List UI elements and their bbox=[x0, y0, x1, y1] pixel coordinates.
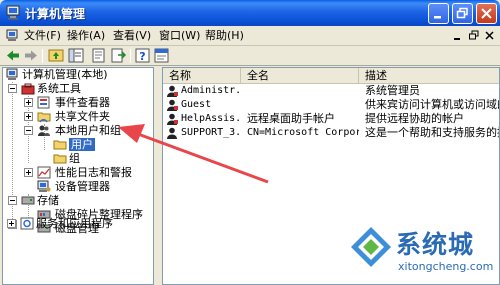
mdi-restore-icon[interactable] bbox=[468, 30, 480, 41]
tree-item-device-manager[interactable]: 设备管理器 bbox=[3, 180, 153, 193]
window-title: 计算机管理 bbox=[25, 7, 86, 21]
tree-label-local-users-groups: 本地用户和组 bbox=[55, 124, 121, 137]
tree-label-users: 用户 bbox=[69, 138, 95, 151]
toolbar-separator bbox=[42, 49, 43, 63]
mdi-minimize-icon[interactable] bbox=[452, 30, 464, 41]
back-icon[interactable] bbox=[4, 47, 22, 64]
watermark: 系统城 xitongcheng.com bbox=[346, 222, 498, 282]
tree-label-event-viewer: 事件查看器 bbox=[55, 96, 110, 109]
title-bar: 计算机管理 bbox=[0, 0, 500, 26]
user-description: 提供远程协助的帐户 bbox=[365, 112, 464, 125]
folder-icon bbox=[53, 140, 67, 150]
user-description: 系统管理员 bbox=[365, 84, 420, 97]
maximize-button[interactable] bbox=[452, 3, 473, 24]
list-item[interactable]: Administr... 系统管理员 bbox=[163, 84, 499, 98]
tree-item-local-users-groups[interactable]: 本地用户和组 bbox=[3, 124, 153, 137]
user-icon bbox=[167, 127, 177, 139]
computer-management-icon bbox=[6, 68, 18, 80]
shared-folder-icon bbox=[37, 112, 51, 123]
menu-window[interactable]: 窗口(W) bbox=[159, 28, 200, 44]
menu-view[interactable]: 查看(V) bbox=[113, 28, 151, 44]
toolbox-icon bbox=[21, 83, 35, 95]
menu-action[interactable]: 操作(A) bbox=[67, 28, 105, 44]
help-topics-icon[interactable] bbox=[153, 47, 171, 64]
tree-item-shared-folders[interactable]: 共享文件夹 bbox=[3, 110, 153, 123]
tree-label-root: 计算机管理(本地) bbox=[22, 68, 108, 81]
close-button[interactable] bbox=[476, 3, 497, 24]
expand-icon[interactable] bbox=[24, 168, 33, 177]
help-icon[interactable]: ? bbox=[134, 47, 152, 64]
minimize-button[interactable] bbox=[428, 3, 449, 24]
expand-icon[interactable] bbox=[24, 98, 33, 107]
users-group-icon bbox=[38, 125, 50, 136]
computer-management-icon bbox=[6, 29, 18, 41]
tree-item-storage[interactable]: 存储 bbox=[3, 194, 153, 207]
user-name: SUPPORT_3... bbox=[181, 127, 243, 138]
svg-text:?: ? bbox=[139, 50, 145, 63]
up-icon[interactable] bbox=[47, 47, 65, 64]
services-icon bbox=[20, 217, 34, 230]
mdi-close-icon[interactable] bbox=[484, 30, 496, 41]
user-name: Administr... bbox=[181, 85, 241, 96]
tree-item-perf-logs[interactable]: 性能日志和警报 bbox=[3, 166, 153, 179]
tree-label-storage: 存储 bbox=[37, 194, 59, 207]
tree-label-system-tools: 系统工具 bbox=[37, 82, 81, 95]
toolbar: ? bbox=[0, 46, 500, 66]
collapse-icon[interactable] bbox=[24, 126, 33, 135]
tree-item-root[interactable]: 计算机管理(本地) bbox=[3, 68, 153, 81]
properties-icon[interactable] bbox=[90, 47, 108, 64]
tree-label-device-manager: 设备管理器 bbox=[55, 180, 110, 193]
restore-icon bbox=[456, 7, 468, 19]
user-icon bbox=[167, 113, 178, 125]
close-icon bbox=[481, 8, 492, 19]
user-icon bbox=[167, 99, 178, 111]
tree-item-users[interactable]: 用户 bbox=[3, 138, 153, 151]
user-name: Guest bbox=[181, 99, 212, 110]
user-fullname: 远程桌面助手帐户 bbox=[247, 112, 335, 125]
tree-label-perf-logs: 性能日志和警报 bbox=[55, 166, 132, 179]
menu-bar: 文件(F) 操作(A) 查看(V) 窗口(W) 帮助(H) bbox=[0, 26, 500, 46]
column-header-fullname[interactable]: 全名 bbox=[241, 68, 359, 84]
export-icon[interactable] bbox=[109, 47, 127, 64]
expand-icon[interactable] bbox=[24, 112, 33, 121]
forward-icon[interactable] bbox=[22, 47, 40, 64]
computer-management-icon bbox=[6, 5, 20, 20]
tree-item-system-tools[interactable]: 系统工具 bbox=[3, 82, 153, 95]
list-item[interactable]: SUPPORT_3... CN=Microsoft Corpora... 这是一… bbox=[163, 126, 499, 140]
list-item[interactable]: Guest 供来宾访问计算机或访问域的内 bbox=[163, 98, 499, 112]
toolbar-separator bbox=[130, 49, 131, 63]
user-name: HelpAssis... bbox=[181, 113, 241, 124]
tree-label-shared-folders: 共享文件夹 bbox=[55, 110, 110, 123]
menu-help[interactable]: 帮助(H) bbox=[205, 28, 244, 44]
user-icon bbox=[167, 85, 178, 97]
brand-logo-icon bbox=[351, 227, 391, 267]
device-manager-icon bbox=[37, 180, 51, 192]
expand-icon[interactable] bbox=[7, 219, 16, 228]
user-fullname: CN=Microsoft Corpora... bbox=[247, 127, 359, 138]
folder-icon bbox=[53, 154, 67, 164]
collapse-icon[interactable] bbox=[8, 196, 17, 205]
storage-icon bbox=[21, 196, 35, 205]
watermark-url: xitongcheng.com bbox=[398, 260, 494, 273]
show-tree-icon[interactable] bbox=[67, 47, 85, 64]
column-header-description[interactable]: 描述 bbox=[359, 68, 499, 84]
console-tree: 计算机管理(本地) 系统工具 事件查看器 共享文件夹 本地用户和组 用户 组 性… bbox=[2, 67, 154, 285]
tree-item-event-viewer[interactable]: 事件查看器 bbox=[3, 96, 153, 109]
minimize-icon bbox=[434, 16, 441, 19]
collapse-icon[interactable] bbox=[8, 84, 17, 93]
performance-icon bbox=[37, 166, 51, 179]
column-header-name[interactable]: 名称 bbox=[163, 68, 241, 84]
user-description: 供来宾访问计算机或访问域的内 bbox=[365, 98, 499, 111]
user-description: 这是一个帮助和支持服务的提供 bbox=[365, 126, 499, 139]
list-item[interactable]: HelpAssis... 远程桌面助手帐户 提供远程协助的帐户 bbox=[163, 112, 499, 126]
tree-label-services-applications: 服务和应用程序 bbox=[36, 217, 113, 230]
menu-file[interactable]: 文件(F) bbox=[24, 28, 61, 44]
tree-item-services-applications[interactable]: 服务和应用程序 bbox=[2, 217, 154, 230]
tree-item-groups[interactable]: 组 bbox=[3, 152, 153, 165]
tree-label-groups: 组 bbox=[69, 152, 80, 165]
watermark-brand: 系统城 bbox=[396, 230, 475, 259]
event-viewer-icon bbox=[37, 96, 50, 109]
